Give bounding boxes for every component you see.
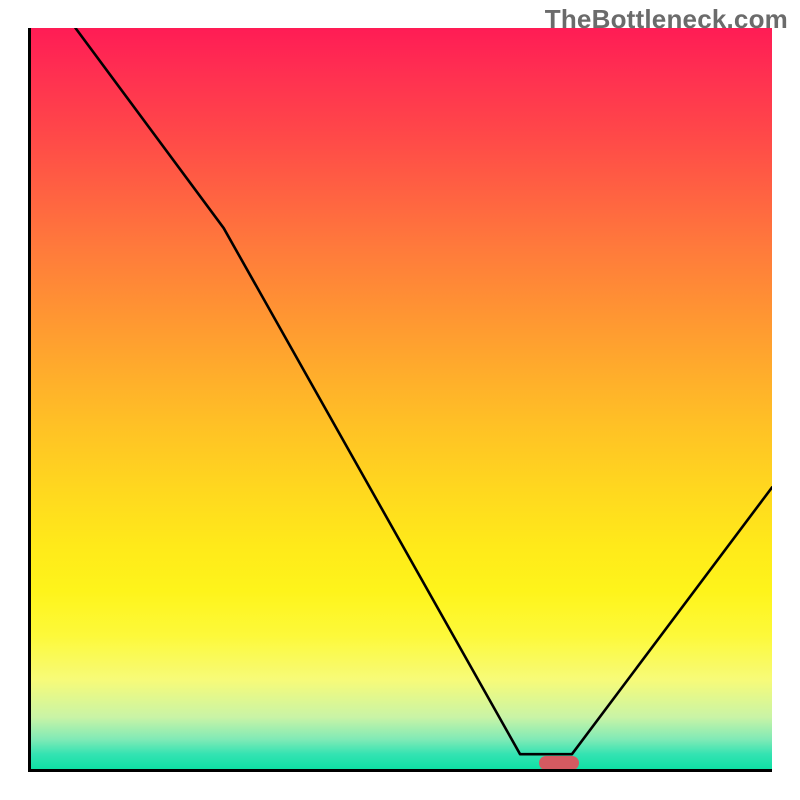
bottleneck-curve bbox=[31, 28, 772, 769]
plot-area bbox=[28, 28, 772, 772]
watermark-text: TheBottleneck.com bbox=[545, 4, 788, 35]
chart-canvas: TheBottleneck.com bbox=[0, 0, 800, 800]
optimal-marker bbox=[539, 756, 579, 770]
curve-path bbox=[75, 28, 772, 754]
